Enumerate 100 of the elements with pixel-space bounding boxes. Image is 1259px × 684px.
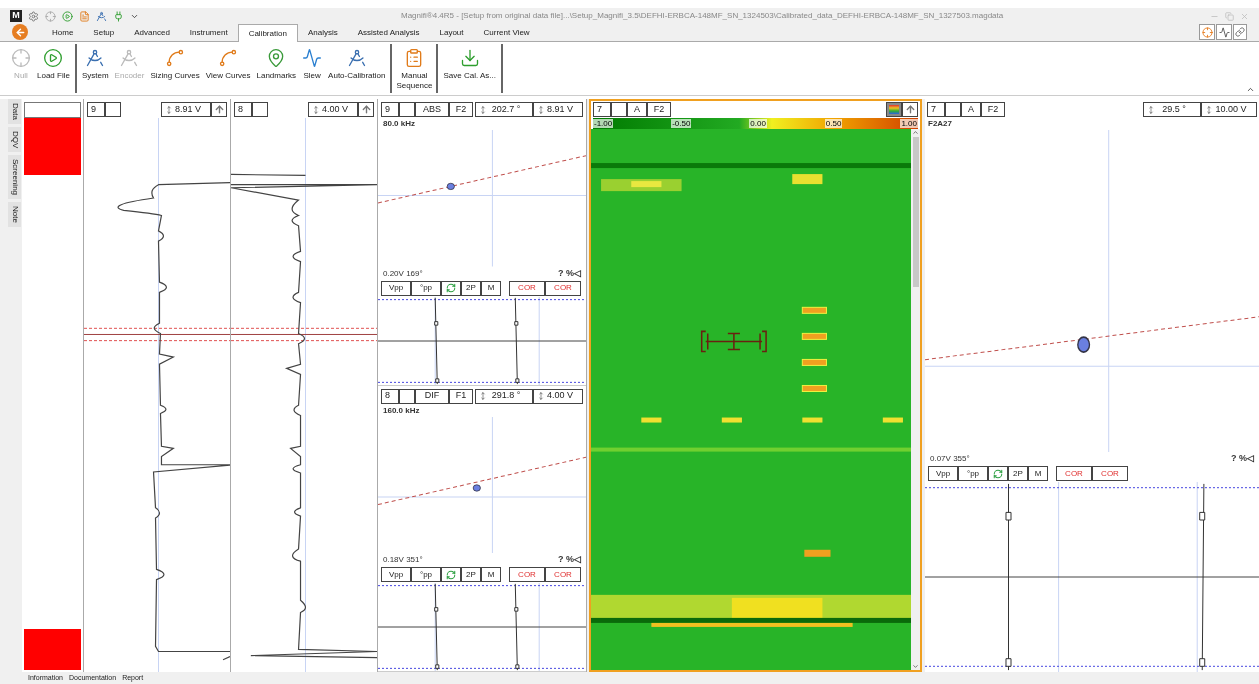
ribbon-button[interactable]: System <box>79 48 111 81</box>
ribbon-button[interactable]: Save Cal. As... <box>441 48 498 81</box>
side-tab[interactable]: Screening <box>8 155 21 200</box>
handle-marker[interactable] <box>514 607 519 612</box>
handle-marker[interactable] <box>1199 658 1206 667</box>
collapse-ribbon-icon[interactable] <box>1246 85 1255 94</box>
ribbon-tab[interactable]: Current View <box>473 24 540 41</box>
help-percent-controls[interactable]: ? %◁ <box>558 553 581 567</box>
dropdown-field[interactable] <box>105 102 121 117</box>
ribbon-tab[interactable]: Home <box>42 24 84 41</box>
ribbon-tab[interactable]: Layout <box>429 24 474 41</box>
wave-button[interactable] <box>1216 24 1232 40</box>
compass-icon[interactable] <box>96 10 107 22</box>
scale-field[interactable]: 291.8 ° <box>475 388 533 404</box>
scrollbar[interactable] <box>911 129 920 670</box>
handle-marker[interactable] <box>515 377 520 383</box>
scale-field[interactable]: 29.5 ° <box>1143 102 1201 117</box>
mode-button[interactable]: COR <box>1056 466 1092 481</box>
handle-marker[interactable] <box>514 320 519 326</box>
refresh-button[interactable] <box>441 280 461 296</box>
dropdown-field[interactable] <box>399 102 415 117</box>
mode-button[interactable]: Vpp <box>381 280 411 296</box>
ribbon-button[interactable]: Sizing Curves <box>148 48 202 81</box>
channel-dropdown[interactable]: 7 <box>593 102 611 117</box>
mode-button[interactable]: 2P <box>461 280 481 296</box>
refresh-button[interactable] <box>441 567 461 582</box>
arrow-up-button[interactable] <box>358 102 374 117</box>
ribbon-tab[interactable]: Instrument <box>179 24 238 41</box>
handle-marker[interactable] <box>1199 511 1206 521</box>
scroll-down-icon[interactable] <box>912 663 919 670</box>
mode-button[interactable]: COR <box>1092 466 1128 481</box>
scale-field[interactable]: 202.7 ° <box>475 102 533 117</box>
mode-button[interactable]: COR <box>509 280 545 296</box>
mode-dropdown[interactable]: A <box>961 102 981 117</box>
help-percent-controls[interactable]: ? %◁ <box>1231 452 1254 466</box>
mode-button[interactable]: COR <box>509 567 545 582</box>
ribbon-tab[interactable]: Assisted Analysis <box>347 24 430 41</box>
handle-marker[interactable] <box>434 607 439 612</box>
scale-field[interactable]: 8.91 V <box>533 102 583 117</box>
refresh-button[interactable] <box>988 466 1008 481</box>
ribbon-button[interactable]: View Curves <box>203 48 253 81</box>
palette-button[interactable] <box>886 102 902 117</box>
handle-marker[interactable] <box>435 664 440 669</box>
mode-button[interactable]: °pp <box>958 466 988 481</box>
arrow-up-button[interactable] <box>211 102 227 117</box>
frequency-dropdown[interactable]: F2 <box>981 102 1005 117</box>
side-tab[interactable]: DQV <box>8 126 21 153</box>
mode-button[interactable]: M <box>481 567 501 582</box>
mode-button[interactable]: M <box>1028 466 1048 481</box>
target-button[interactable] <box>1199 24 1215 40</box>
measurement-cursor[interactable] <box>700 330 767 353</box>
mode-dropdown[interactable]: ABS <box>415 102 449 117</box>
channel-dropdown[interactable]: 8 <box>381 388 399 404</box>
ribbon-tab[interactable]: Calibration <box>237 24 298 42</box>
scale-field[interactable]: 10.00 V <box>1201 102 1257 117</box>
frequency-dropdown[interactable]: F2 <box>449 102 473 117</box>
handle-marker[interactable] <box>1005 511 1012 521</box>
settings-icon[interactable] <box>28 10 39 22</box>
mode-button[interactable]: °pp <box>411 567 441 582</box>
help-percent-controls[interactable]: ? %◁ <box>558 266 581 281</box>
dropdown-field[interactable] <box>399 388 415 404</box>
side-tab[interactable]: Data <box>8 99 21 124</box>
frequency-dropdown[interactable]: F1 <box>449 388 473 404</box>
mode-button[interactable]: 2P <box>461 567 481 582</box>
mode-button[interactable]: Vpp <box>928 466 958 481</box>
mode-button[interactable]: °pp <box>411 280 441 296</box>
handle-marker[interactable] <box>1005 658 1012 667</box>
handle-marker[interactable] <box>434 320 439 326</box>
ribbon-button[interactable]: Load File <box>35 48 72 81</box>
ribbon-tab[interactable]: Advanced <box>124 24 180 41</box>
ribbon-button[interactable]: Landmarks <box>254 48 299 81</box>
channel-dropdown[interactable]: 7 <box>927 102 945 117</box>
plug-icon[interactable] <box>113 10 124 22</box>
mode-button[interactable]: M <box>481 280 501 296</box>
scale-field[interactable]: 4.00 V <box>533 388 583 404</box>
channel-dropdown[interactable]: 9 <box>87 102 105 117</box>
handle-marker[interactable] <box>435 377 440 383</box>
scrollbar-thumb[interactable] <box>912 137 919 287</box>
back-button[interactable] <box>12 24 28 40</box>
dropdown-field[interactable] <box>252 102 268 117</box>
mode-dropdown[interactable]: A <box>627 102 647 117</box>
dropdown-field[interactable] <box>611 102 627 117</box>
dropdown-field[interactable] <box>945 102 961 117</box>
side-tab[interactable]: Note <box>8 202 21 228</box>
scale-field[interactable]: 8.91 V <box>161 102 211 117</box>
ribbon-button[interactable]: Slew <box>300 48 325 81</box>
ribbon-tab[interactable]: Analysis <box>297 24 348 41</box>
scroll-up-icon[interactable] <box>912 129 919 136</box>
ribbon-button[interactable]: Manual Sequence <box>395 48 434 91</box>
mode-button[interactable]: Vpp <box>381 567 411 582</box>
frequency-dropdown[interactable]: F2 <box>647 102 671 117</box>
mode-button[interactable]: COR <box>545 567 581 582</box>
link-button[interactable] <box>1233 24 1247 40</box>
mode-button[interactable]: 2P <box>1008 466 1028 481</box>
mode-button[interactable]: COR <box>545 280 581 296</box>
scale-field[interactable]: 4.00 V <box>308 102 358 117</box>
channel-dropdown[interactable]: 9 <box>381 102 399 117</box>
mode-dropdown[interactable]: DIF <box>415 388 449 404</box>
arrow-up-button[interactable] <box>902 102 918 117</box>
ribbon-tab[interactable]: Setup <box>83 24 125 41</box>
